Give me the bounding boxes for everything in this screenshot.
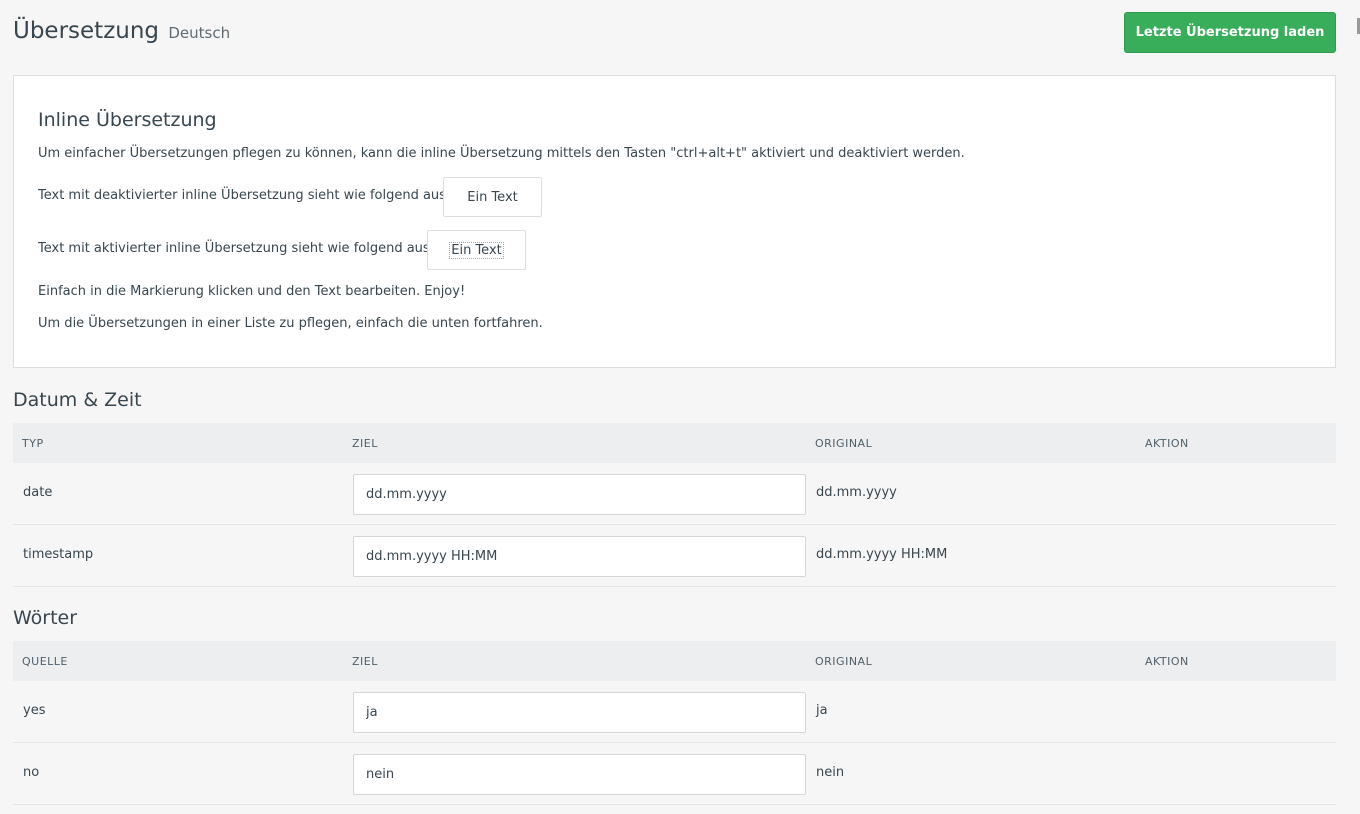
source-cell: yes <box>23 703 46 718</box>
page-title-text: Übersetzung <box>13 18 160 44</box>
activated-sample: Ein Text <box>427 230 526 270</box>
column-header-target: ZIEL <box>352 655 378 668</box>
deactivated-sample-text: Ein Text <box>467 189 518 205</box>
language-label: Deutsch <box>168 24 231 42</box>
activated-sample-text[interactable]: Ein Text <box>449 241 504 259</box>
table-row: timestamp dd.mm.yyyy HH:MM <box>13 525 1336 587</box>
words-table-header: QUELLE ZIEL ORIGINAL AKTION <box>13 641 1336 681</box>
column-header-original: ORIGINAL <box>815 655 873 668</box>
table-row: date dd.mm.yyyy <box>13 463 1336 525</box>
table-row: no nein <box>13 743 1336 805</box>
page-header: Übersetzung Deutsch Letzte Übersetzung l… <box>13 0 1336 75</box>
target-input[interactable] <box>353 754 806 795</box>
source-cell: no <box>23 765 40 780</box>
inline-translation-card: Inline Übersetzung Um einfacher Übersetz… <box>13 75 1336 368</box>
table-row: yes ja <box>13 681 1336 743</box>
column-header-action: AKTION <box>1145 437 1189 450</box>
inline-translation-title: Inline Übersetzung <box>38 109 217 131</box>
deactivated-label: Text mit deaktivierter inline Übersetzun… <box>38 188 446 203</box>
target-input[interactable] <box>353 474 806 515</box>
list-hint: Um die Übersetzungen in einer Liste zu p… <box>38 316 543 331</box>
load-last-translation-button[interactable]: Letzte Übersetzung laden <box>1124 12 1336 53</box>
original-cell: nein <box>816 765 845 780</box>
datetime-section-title: Datum & Zeit <box>13 389 142 411</box>
original-cell: ja <box>816 703 828 718</box>
edit-hint: Einfach in die Markierung klicken und de… <box>38 284 466 299</box>
column-header-action: AKTION <box>1145 655 1189 668</box>
column-header-original: ORIGINAL <box>815 437 873 450</box>
inline-translation-description: Um einfacher Übersetzungen pflegen zu kö… <box>38 146 965 161</box>
original-cell: dd.mm.yyyy HH:MM <box>816 547 948 562</box>
activated-label: Text mit aktivierter inline Übersetzung … <box>38 241 430 256</box>
column-header-type: TYP <box>22 437 44 450</box>
words-section-title: Wörter <box>13 607 78 629</box>
datetime-table: TYP ZIEL ORIGINAL AKTION date dd.mm.yyyy… <box>13 423 1336 587</box>
target-input[interactable] <box>353 536 806 577</box>
column-header-target: ZIEL <box>352 437 378 450</box>
original-cell: dd.mm.yyyy <box>816 485 897 500</box>
target-input[interactable] <box>353 692 806 733</box>
datetime-table-header: TYP ZIEL ORIGINAL AKTION <box>13 423 1336 463</box>
deactivated-sample: Ein Text <box>443 177 542 217</box>
column-header-source: QUELLE <box>22 655 68 668</box>
words-table: QUELLE ZIEL ORIGINAL AKTION yes ja no ne… <box>13 641 1336 805</box>
type-cell: timestamp <box>23 547 94 562</box>
page-title: Übersetzung Deutsch <box>13 18 230 44</box>
type-cell: date <box>23 485 53 500</box>
translation-page: Übersetzung Deutsch Letzte Übersetzung l… <box>13 0 1336 805</box>
